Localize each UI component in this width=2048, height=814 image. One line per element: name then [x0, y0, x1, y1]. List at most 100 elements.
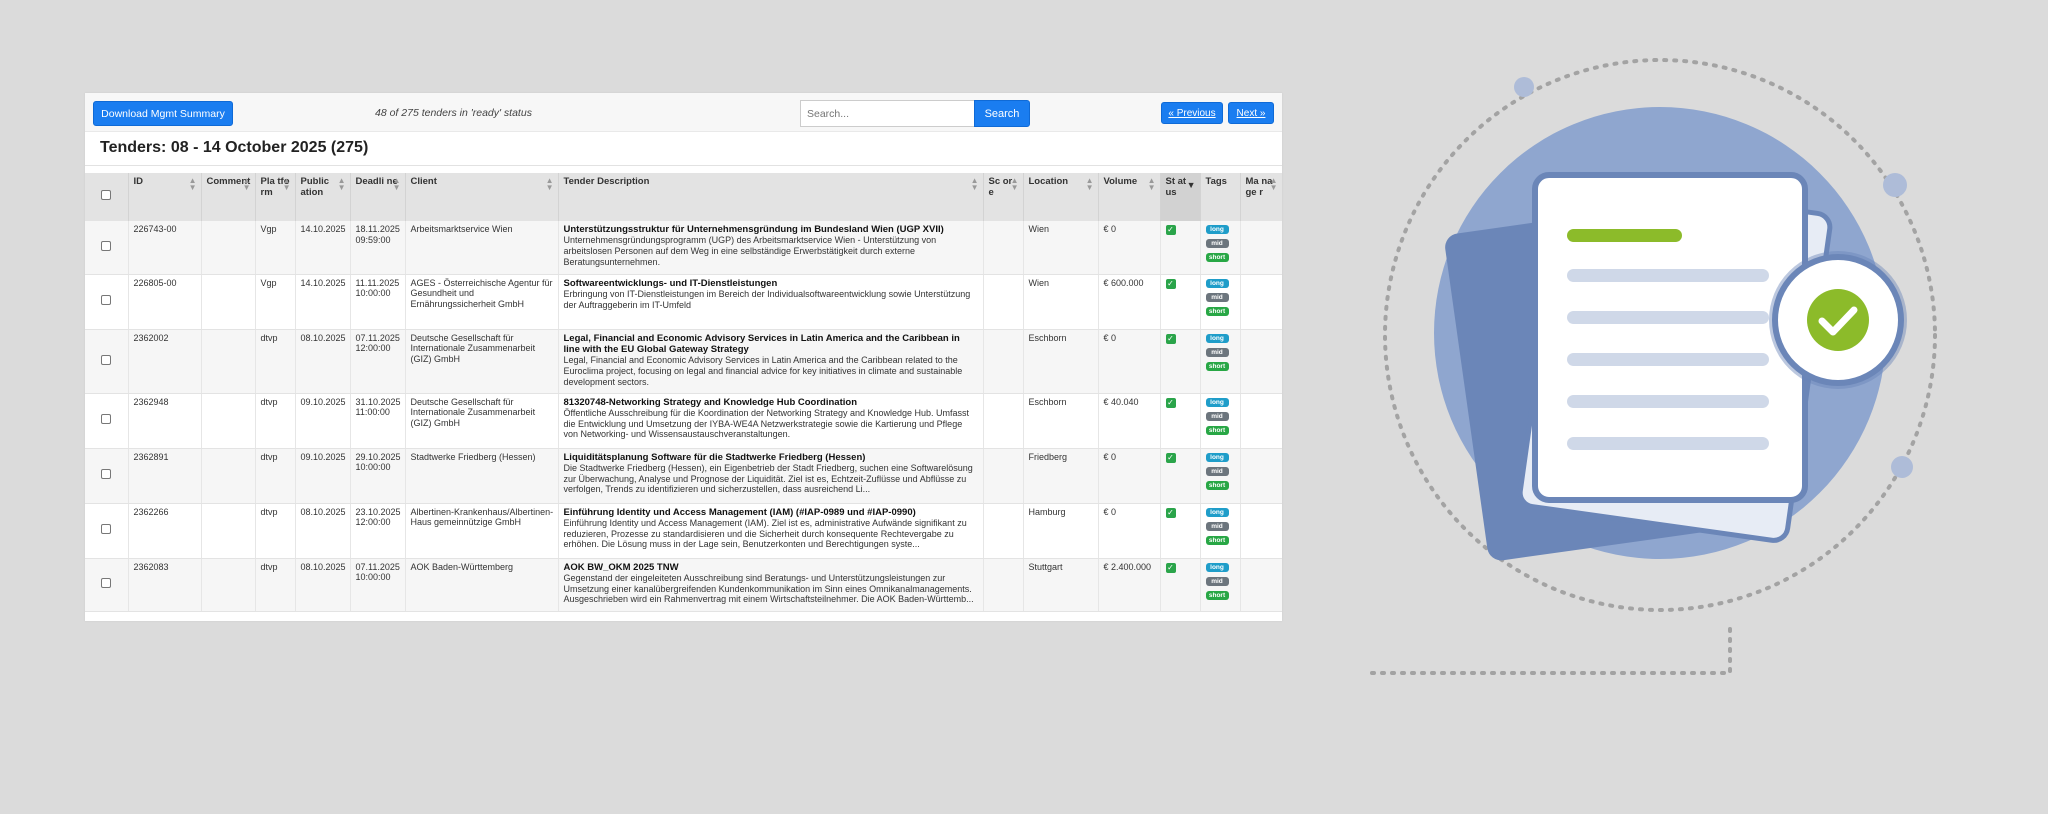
tag-badge-long[interactable]: long: [1205, 333, 1229, 343]
status-ready-icon[interactable]: ✓: [1165, 225, 1176, 235]
cell-comment[interactable]: [201, 558, 256, 612]
tender-title[interactable]: 81320748-Networking Strategy and Knowled…: [564, 397, 979, 408]
cell-comment[interactable]: [201, 503, 256, 559]
sort-icon[interactable]: ▲ ▼: [1086, 177, 1094, 192]
tag-badge-mid[interactable]: mid: [1205, 466, 1229, 476]
column-header-description[interactable]: Tender Description ▲ ▼: [558, 173, 984, 221]
cell-manager[interactable]: [1240, 274, 1282, 330]
table-row[interactable]: 226805-00 Vgp 14.10.2025 11.11.2025 10:00:0…: [85, 274, 1282, 330]
cell-status: ✓: [1160, 448, 1201, 504]
tag-badge-mid[interactable]: mid: [1205, 292, 1229, 302]
tag-badge-short[interactable]: short: [1205, 425, 1229, 435]
tender-title[interactable]: Einführung Identity und Access Managemen…: [564, 507, 979, 518]
row-select-checkbox[interactable]: [101, 524, 112, 535]
column-header-manager[interactable]: Ma na ge r ▲ ▼: [1240, 173, 1282, 221]
cell-comment[interactable]: [201, 448, 256, 504]
download-mgmt-summary-button[interactable]: Download Mgmt Summary: [93, 101, 233, 126]
row-select-checkbox[interactable]: [101, 469, 112, 480]
column-header-location[interactable]: Location ▲ ▼: [1023, 173, 1099, 221]
tag-badge-short[interactable]: short: [1205, 535, 1229, 545]
cell-comment[interactable]: [201, 274, 256, 330]
sort-icon[interactable]: ▲ ▼: [971, 177, 979, 192]
tender-title[interactable]: Liquiditätsplanung Software für die Stad…: [564, 452, 979, 463]
row-select-checkbox[interactable]: [101, 578, 112, 589]
row-select-checkbox[interactable]: [101, 414, 112, 425]
tag-badge-short[interactable]: short: [1205, 306, 1229, 316]
tender-title[interactable]: AOK BW_OKM 2025 TNW: [564, 562, 979, 573]
sort-icon[interactable]: ▲ ▼: [283, 177, 291, 192]
cell-manager[interactable]: [1240, 503, 1282, 559]
cell-manager[interactable]: [1240, 393, 1282, 449]
sort-icon[interactable]: ▲ ▼: [338, 177, 346, 192]
column-header-select[interactable]: [85, 173, 129, 221]
column-header-publication[interactable]: Public ation ▲ ▼: [295, 173, 351, 221]
cell-comment[interactable]: [201, 329, 256, 394]
column-header-comment[interactable]: Comment ▲ ▼: [201, 173, 256, 221]
tag-badge-mid[interactable]: mid: [1205, 576, 1229, 586]
previous-page-button[interactable]: « Previous: [1161, 102, 1223, 124]
tag-badge-long[interactable]: long: [1205, 507, 1229, 517]
table-row[interactable]: 2362002 dtvp 08.10.2025 07.11.2025 12:00:00…: [85, 329, 1282, 394]
column-header-platform[interactable]: Pla tfo rm ▲ ▼: [255, 173, 296, 221]
tag-badge-short[interactable]: short: [1205, 480, 1229, 490]
column-header-score[interactable]: Sc or e ▲ ▼: [983, 173, 1024, 221]
status-ready-icon[interactable]: ✓: [1165, 507, 1176, 518]
tag-badge-long[interactable]: long: [1205, 397, 1229, 407]
cell-score: [983, 393, 1024, 449]
table-row[interactable]: 2362083 dtvp 08.10.2025 07.11.2025 10:00:00…: [85, 558, 1282, 612]
cell-manager[interactable]: [1240, 448, 1282, 504]
cell-comment[interactable]: [201, 221, 256, 275]
tag-badge-long[interactable]: long: [1205, 562, 1229, 572]
column-header-tags[interactable]: Tags: [1200, 173, 1241, 221]
sort-icon[interactable]: ▲ ▼: [1148, 177, 1156, 192]
tender-title[interactable]: Softwareentwicklungs- und IT-Dienstleist…: [564, 278, 979, 289]
sort-icon[interactable]: ▲ ▼: [189, 177, 197, 192]
tag-badge-mid[interactable]: mid: [1205, 347, 1229, 357]
cell-manager[interactable]: [1240, 329, 1282, 394]
tag-badge-mid[interactable]: mid: [1205, 521, 1229, 531]
row-select-checkbox[interactable]: [101, 295, 112, 306]
table-row[interactable]: 2362891 dtvp 09.10.2025 29.10.2025 10:00:00…: [85, 448, 1282, 504]
select-all-checkbox[interactable]: [101, 190, 112, 201]
sort-icon[interactable]: ▲ ▼: [1011, 177, 1019, 192]
status-ready-icon[interactable]: ✓: [1165, 397, 1176, 408]
cell-client: AOK Baden-Württemberg: [405, 558, 559, 612]
tag-badge-long[interactable]: long: [1205, 452, 1229, 462]
column-header-client[interactable]: Client ▲ ▼: [405, 173, 559, 221]
sort-icon[interactable]: ▲ ▼: [243, 177, 251, 192]
search-button[interactable]: Search: [974, 100, 1030, 127]
tag-badge-mid[interactable]: mid: [1205, 411, 1229, 421]
row-select-checkbox[interactable]: [101, 354, 112, 365]
cell-deadline: 07.11.2025 10:00:00: [350, 558, 406, 612]
tender-title[interactable]: Legal, Financial and Economic Advisory S…: [564, 333, 979, 356]
sort-desc-icon[interactable]: ▼: [1187, 181, 1196, 190]
search-input[interactable]: [800, 100, 974, 127]
tag-badge-short[interactable]: short: [1205, 253, 1229, 262]
sort-icon[interactable]: ▲ ▼: [393, 177, 401, 192]
sort-icon[interactable]: ▲ ▼: [546, 177, 554, 192]
status-ready-icon[interactable]: ✓: [1165, 333, 1176, 344]
table-row[interactable]: 2362266 dtvp 08.10.2025 23.10.2025 12:00:00…: [85, 503, 1282, 559]
cell-manager[interactable]: [1240, 221, 1282, 275]
row-select-checkbox[interactable]: [101, 240, 112, 251]
status-ready-icon[interactable]: ✓: [1165, 452, 1176, 463]
tag-badge-short[interactable]: short: [1205, 590, 1229, 600]
cell-comment[interactable]: [201, 393, 256, 449]
tag-badge-mid[interactable]: mid: [1205, 239, 1229, 248]
table-row[interactable]: 2362948 dtvp 09.10.2025 31.10.2025 11:00:00…: [85, 393, 1282, 449]
cell-client: AGES - Österreichische Agentur für Gesun…: [405, 274, 559, 330]
status-ready-icon[interactable]: ✓: [1165, 278, 1176, 289]
column-header-id[interactable]: ID ▲ ▼: [128, 173, 202, 221]
tag-badge-short[interactable]: short: [1205, 361, 1229, 371]
tag-badge-long[interactable]: long: [1205, 225, 1229, 234]
column-header-status[interactable]: St at us ▼: [1160, 173, 1201, 221]
cell-manager[interactable]: [1240, 558, 1282, 612]
column-header-deadline[interactable]: Deadli ne ▲ ▼: [350, 173, 406, 221]
tag-badge-long[interactable]: long: [1205, 278, 1229, 288]
sort-icon[interactable]: ▲ ▼: [1270, 177, 1278, 192]
tender-title[interactable]: Unterstützungsstruktur für Unternehmensg…: [564, 224, 979, 235]
status-ready-icon[interactable]: ✓: [1165, 562, 1176, 573]
column-header-volume[interactable]: Volume ▲ ▼: [1098, 173, 1161, 221]
table-row[interactable]: 226743-00 Vgp 14.10.2025 18.11.2025 09:59:0…: [85, 221, 1282, 275]
next-page-button[interactable]: Next »: [1228, 102, 1274, 124]
